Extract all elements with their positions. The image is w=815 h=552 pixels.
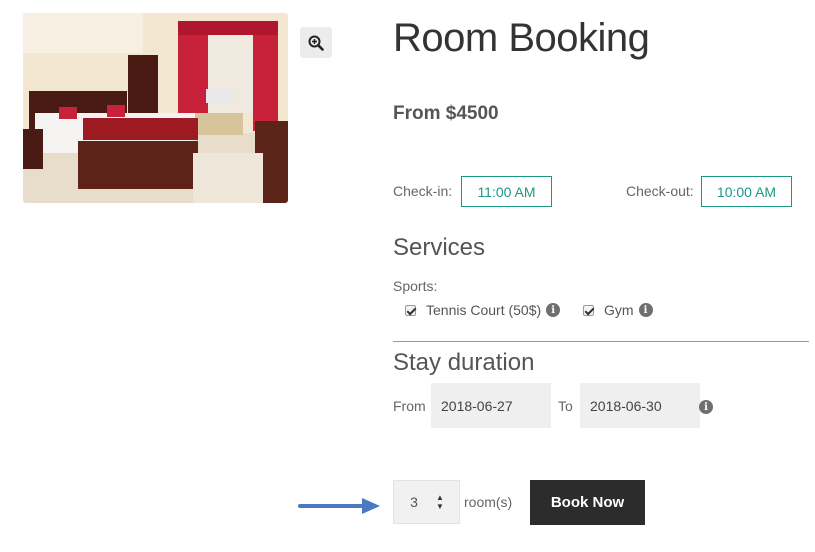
service-tennis-court: Tennis Court (50$) i [405, 302, 561, 318]
tennis-court-checkbox[interactable] [405, 304, 416, 316]
stay-duration-heading: Stay duration [393, 349, 535, 376]
room-photo [23, 13, 288, 203]
checkout-label: Check-out: [626, 183, 694, 199]
divider [393, 341, 809, 342]
services-heading: Services [393, 234, 486, 261]
checkin-label: Check-in: [393, 183, 453, 199]
quantity-value[interactable]: 3 [394, 494, 434, 510]
to-label: To [558, 398, 573, 414]
rooms-unit-label: room(s) [464, 494, 513, 510]
stepper-down-icon[interactable]: ▼ [436, 502, 444, 511]
product-image[interactable] [23, 13, 288, 203]
info-icon[interactable]: i [546, 303, 561, 317]
gym-label: Gym [604, 302, 634, 318]
sports-group-label: Sports: [393, 278, 438, 294]
tennis-court-label: Tennis Court (50$) [426, 302, 542, 318]
gym-checkbox[interactable] [583, 304, 594, 316]
book-now-button[interactable]: Book Now [530, 480, 645, 525]
checkin-time: 11:00 AM [461, 176, 552, 207]
info-icon[interactable]: i [638, 303, 653, 317]
service-gym: Gym i [583, 302, 653, 318]
page-title: Room Booking [393, 16, 650, 60]
to-date-input[interactable]: 2018-06-30 [580, 383, 700, 428]
zoom-button[interactable] [300, 27, 332, 58]
info-icon[interactable]: i [699, 400, 713, 414]
from-label: From [393, 398, 426, 414]
quantity-stepper[interactable]: 3 ▲ ▼ [393, 480, 460, 524]
price: From $4500 [393, 103, 499, 124]
magnifier-plus-icon [308, 35, 324, 51]
stepper-arrows[interactable]: ▲ ▼ [436, 493, 444, 511]
checkout-time: 10:00 AM [701, 176, 792, 207]
from-date-input[interactable]: 2018-06-27 [431, 383, 551, 428]
stepper-up-icon[interactable]: ▲ [436, 493, 444, 502]
arrow-right-icon [298, 498, 380, 514]
